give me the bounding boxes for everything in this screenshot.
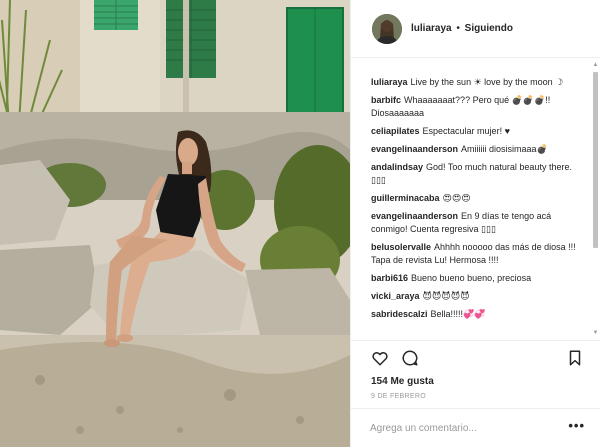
scroll-thumb[interactable] xyxy=(593,72,598,248)
comment-item: vicki_araya 😈😈😈😈😈 xyxy=(371,290,587,303)
likes-count[interactable]: 154 Me gusta xyxy=(371,376,434,387)
comment-username[interactable]: evangelinaanderson xyxy=(371,144,458,154)
comment-item: celiapilates Espectacular mujer! ♥ xyxy=(371,125,587,138)
post-photo[interactable] xyxy=(0,0,350,447)
comment-text: 😈😈😈😈😈 xyxy=(422,291,470,301)
comment-username[interactable]: barbi616 xyxy=(371,273,408,283)
post-sidebar: luliaraya • Siguiendo luliaraya Live by t… xyxy=(350,0,600,447)
comment-username[interactable]: vicki_araya xyxy=(371,291,420,301)
scroll-down-arrow-icon[interactable]: ▼ xyxy=(592,330,599,336)
save-button[interactable] xyxy=(566,349,584,367)
header-username[interactable]: luliaraya xyxy=(411,23,452,34)
speech-bubble-icon xyxy=(402,350,418,366)
comment-username[interactable]: sabridescalzi xyxy=(371,309,428,319)
comment-input[interactable] xyxy=(370,419,560,437)
post-date: 9 DE FEBRERO xyxy=(371,393,426,400)
comment-text: Espectacular mujer! ♥ xyxy=(422,126,510,136)
comment-username[interactable]: andalindsay xyxy=(371,162,423,172)
avatar-image xyxy=(372,13,402,44)
instagram-post: luliaraya • Siguiendo luliaraya Live by t… xyxy=(0,0,600,447)
comment-button[interactable] xyxy=(401,349,419,367)
post-header: luliaraya • Siguiendo xyxy=(351,0,600,58)
comment-username[interactable]: guillerminacaba xyxy=(371,193,440,203)
comment-username[interactable]: belusolervalle xyxy=(371,242,431,252)
comment-text: Bella!!!!!💞💞 xyxy=(430,309,486,319)
comment-item: evangelinaanderson Amiiiiii diosisimaaa💣 xyxy=(371,143,587,156)
comment-username[interactable]: celiapilates xyxy=(371,126,420,136)
bookmark-icon xyxy=(569,350,581,366)
comment-username[interactable]: luliaraya xyxy=(371,77,408,87)
more-options-button[interactable]: ••• xyxy=(568,419,585,432)
comments-scrollbar[interactable]: ▲ ▼ xyxy=(591,62,600,336)
comment-text: Bueno bueno bueno, preciosa xyxy=(411,273,532,283)
comment-caption: luliaraya Live by the sun ☀ love by the m… xyxy=(371,76,587,89)
comment-username[interactable]: evangelinaanderson xyxy=(371,211,458,221)
like-button[interactable] xyxy=(371,349,389,367)
comment-item: sabridescalzi Bella!!!!!💞💞 xyxy=(371,308,587,321)
add-comment-bar: ••• xyxy=(351,408,600,447)
heart-outline-icon xyxy=(372,352,388,366)
comment-item: andalindsay God! Too much natural beauty … xyxy=(371,161,587,187)
comment-text: Live by the sun ☀ love by the moon ☽ xyxy=(410,77,564,87)
post-actions: 154 Me gusta 9 DE FEBRERO xyxy=(351,340,600,408)
avatar[interactable] xyxy=(372,13,402,44)
photo-image xyxy=(0,0,350,447)
header-text: luliaraya • Siguiendo xyxy=(411,23,513,34)
comment-item: evangelinaanderson En 9 días te tengo acá… xyxy=(371,210,587,236)
comments-list: luliaraya Live by the sun ☀ love by the m… xyxy=(351,58,600,340)
comment-username[interactable]: barbifc xyxy=(371,95,401,105)
comment-item: belusolervalle Ahhhh nooooo das más de di… xyxy=(371,241,587,267)
comment-item: barbifc Whaaaaaaat??? Pero qué 💣💣💣!! Dios… xyxy=(371,94,587,120)
comment-text: 😍😍😍 xyxy=(442,193,471,203)
header-separator: • xyxy=(456,23,460,34)
comment-text: Amiiiiii diosisimaaa💣 xyxy=(461,144,548,154)
comment-item: guillerminacaba 😍😍😍 xyxy=(371,192,587,205)
scroll-up-arrow-icon[interactable]: ▲ xyxy=(592,62,599,68)
comment-item: barbi616 Bueno bueno bueno, preciosa xyxy=(371,272,587,285)
follow-status-button[interactable]: Siguiendo xyxy=(465,23,513,34)
